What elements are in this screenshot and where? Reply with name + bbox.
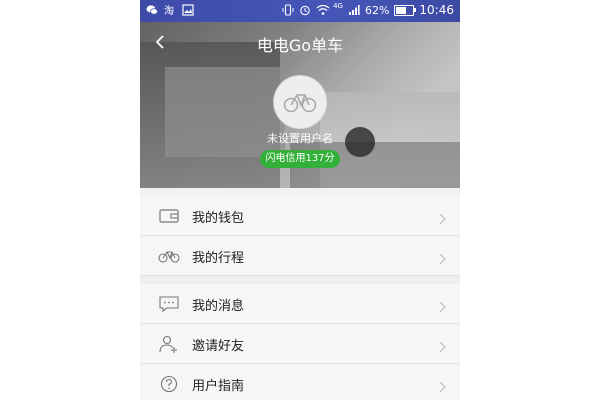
status-left: 淘 [146, 4, 194, 17]
wechat-icon [146, 4, 158, 16]
menu-item-trips[interactable]: 我的行程 [140, 236, 460, 276]
alarm-icon [299, 4, 311, 16]
app-screen: 淘 4G 62% 10:46 电电Go单车 未设置用户名 闪电信用137分 我的… [140, 0, 460, 400]
credit-badge[interactable]: 闪电信用137分 [260, 150, 340, 168]
menu-item-label: 我的行程 [192, 251, 245, 266]
username: 未设置用户名 [267, 132, 333, 145]
svg-text:淘: 淘 [164, 4, 174, 16]
chevron-right-icon [439, 250, 446, 265]
bicycle-icon [158, 246, 180, 266]
chevron-right-icon [439, 338, 446, 353]
battery-icon [394, 4, 417, 16]
menu-item-label: 用户指南 [192, 379, 245, 394]
profile-header: 电电Go单车 未设置用户名 闪电信用137分 [140, 22, 460, 188]
wifi-icon [316, 4, 330, 16]
message-icon [158, 294, 180, 314]
chevron-right-icon [439, 298, 446, 313]
bicycle-avatar-icon [283, 94, 317, 113]
question-icon [158, 374, 180, 394]
chevron-right-icon [439, 210, 446, 225]
menu-item-label: 我的钱包 [192, 211, 245, 226]
clock: 10:46 [419, 3, 454, 17]
menu-list: 我的钱包 我的行程 我的消息 邀请好友 用户指南 [140, 196, 460, 400]
status-bar: 淘 4G 62% 10:46 [140, 0, 460, 22]
menu-item-invite[interactable]: 邀请好友 [140, 324, 460, 364]
status-right: 4G 62% 10:46 [282, 2, 454, 17]
signal-icon [348, 4, 360, 16]
vibrate-icon [282, 4, 294, 16]
menu-item-messages[interactable]: 我的消息 [140, 284, 460, 324]
menu-item-label: 我的消息 [192, 299, 245, 314]
battery-fill [396, 6, 407, 14]
menu-item-label: 邀请好友 [192, 339, 245, 354]
taobao-icon: 淘 [164, 4, 176, 17]
battery-percent: 62% [364, 3, 390, 17]
wallet-icon [158, 206, 180, 226]
avatar[interactable] [274, 76, 326, 128]
menu-item-guide[interactable]: 用户指南 [140, 364, 460, 400]
menu-item-wallet[interactable]: 我的钱包 [140, 196, 460, 236]
page-title: 电电Go单车 [256, 36, 344, 55]
add-user-icon [158, 334, 180, 354]
chevron-right-icon [439, 378, 446, 393]
network-label: 4G [333, 2, 343, 10]
image-icon [182, 4, 194, 16]
section-divider [140, 276, 460, 284]
